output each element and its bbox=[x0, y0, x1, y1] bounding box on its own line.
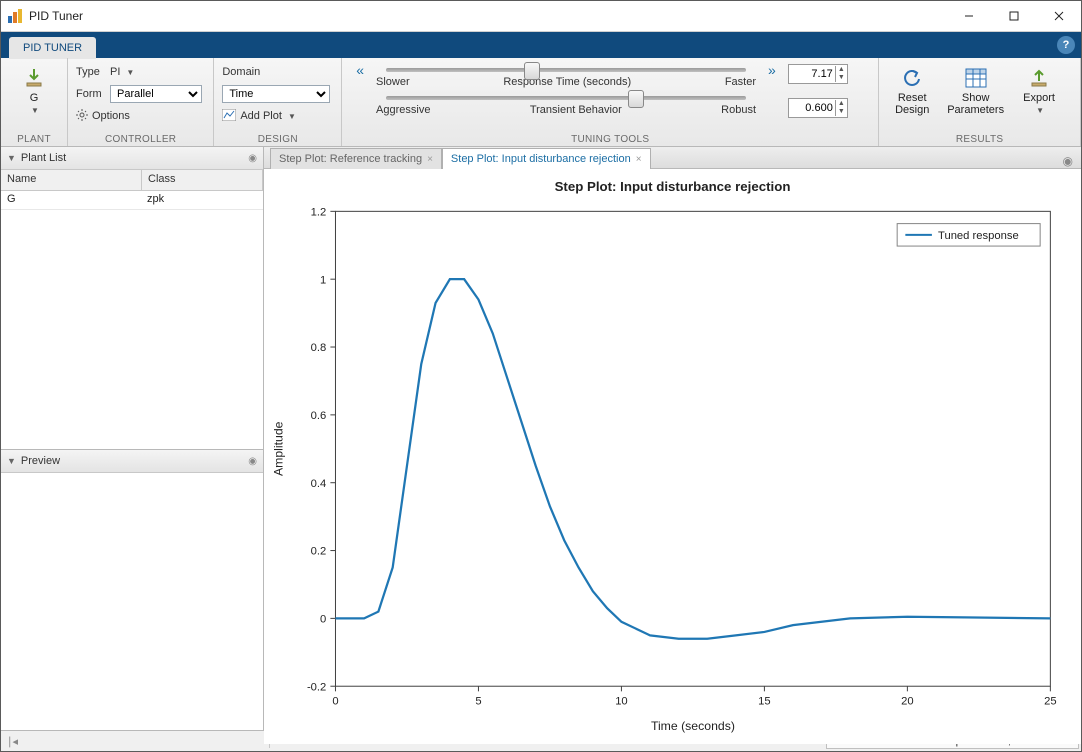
transient-behavior-value[interactable] bbox=[789, 102, 835, 114]
plant-list-header[interactable]: ▼ Plant List ◉ bbox=[1, 147, 263, 170]
doc-tab[interactable]: Step Plot: Reference tracking× bbox=[270, 148, 442, 169]
panel-menu-icon[interactable]: ◉ bbox=[248, 456, 257, 467]
close-tab-icon[interactable]: × bbox=[636, 154, 642, 165]
status-left[interactable]: ∣◂ bbox=[1, 735, 270, 748]
step-plot: Step Plot: Input disturbance rejection 0 5… bbox=[264, 169, 1081, 744]
chevron-down-icon: ▼ bbox=[126, 68, 134, 77]
table-row[interactable]: Gzpk bbox=[1, 191, 263, 210]
close-tab-icon[interactable]: × bbox=[427, 154, 433, 165]
preview-header[interactable]: ▼ Preview ◉ bbox=[1, 450, 263, 473]
plant-table-header: Name Class bbox=[1, 170, 263, 191]
options-label: Options bbox=[92, 110, 130, 122]
svg-text:Step Plot: Input disturbance r: Step Plot: Input disturbance rejection bbox=[555, 179, 791, 194]
panel-menu-icon[interactable]: ◉ bbox=[248, 153, 257, 164]
svg-text:0: 0 bbox=[320, 613, 326, 625]
export-label: Export bbox=[1023, 92, 1055, 104]
svg-text:1.2: 1.2 bbox=[311, 206, 327, 218]
svg-text:Tuned response: Tuned response bbox=[938, 230, 1019, 242]
undo-icon bbox=[901, 64, 923, 92]
plant-import-button[interactable]: G▼ bbox=[9, 62, 59, 119]
help-button[interactable]: ? bbox=[1057, 36, 1075, 54]
svg-text:25: 25 bbox=[1044, 696, 1056, 708]
response-time-slider[interactable] bbox=[386, 62, 746, 78]
ribbon-group-tuning: TUNING TOOLS bbox=[342, 134, 878, 145]
reset-design-label: ResetDesign bbox=[895, 92, 929, 116]
col-class[interactable]: Class bbox=[142, 170, 263, 190]
svg-text:Time (seconds): Time (seconds) bbox=[651, 719, 735, 733]
left-sidebar: ▼ Plant List ◉ Name Class Gzpk ▼ Preview ◉ bbox=[1, 147, 264, 730]
ribbon: G▼ PLANT Type PI▼ Form Parallel Options … bbox=[1, 58, 1081, 147]
svg-text:5: 5 bbox=[475, 696, 481, 708]
form-select[interactable]: Parallel bbox=[110, 85, 202, 103]
plot-icon bbox=[222, 109, 236, 124]
collapse-icon: ▼ bbox=[7, 456, 16, 466]
svg-text:0.8: 0.8 bbox=[311, 342, 327, 354]
doc-gear-icon[interactable]: ◉ bbox=[1063, 154, 1073, 168]
titlebar: PID Tuner bbox=[1, 1, 1081, 32]
col-name[interactable]: Name bbox=[1, 170, 142, 190]
ribbon-group-design: DESIGN bbox=[214, 134, 341, 145]
domain-select[interactable]: Time bbox=[222, 85, 330, 103]
show-parameters-button[interactable]: ShowParameters bbox=[943, 62, 1008, 119]
export-button[interactable]: Export ▼ bbox=[1014, 62, 1064, 119]
plot-area: Step Plot: Input disturbance rejection 0 5… bbox=[264, 169, 1081, 744]
spinner-down-icon[interactable]: ▼ bbox=[835, 74, 847, 82]
table-icon bbox=[965, 64, 987, 92]
minimize-button[interactable] bbox=[946, 1, 991, 31]
document-area: Step Plot: Reference tracking×Step Plot:… bbox=[264, 147, 1081, 730]
svg-text:0.2: 0.2 bbox=[311, 546, 327, 558]
spinner-down-icon[interactable]: ▼ bbox=[835, 108, 847, 116]
step-forward-button[interactable]: » bbox=[762, 62, 782, 78]
add-plot-button[interactable]: Add Plot ▼ bbox=[222, 106, 333, 126]
app-logo-icon bbox=[7, 8, 23, 24]
app-tab-pidtuner[interactable]: PID TUNER bbox=[9, 37, 96, 59]
form-label: Form bbox=[76, 88, 106, 100]
type-value[interactable]: PI bbox=[110, 66, 120, 78]
step-back-button[interactable]: « bbox=[350, 62, 370, 78]
chevron-down-icon: ▼ bbox=[288, 112, 296, 121]
window-title: PID Tuner bbox=[29, 9, 83, 23]
preview-title: Preview bbox=[21, 455, 60, 467]
domain-label: Domain bbox=[222, 66, 260, 78]
reset-design-button[interactable]: ResetDesign bbox=[887, 62, 937, 119]
plant-button-label: G bbox=[30, 92, 39, 104]
response-time-spinner[interactable]: ▲▼ bbox=[788, 64, 848, 84]
svg-text:0.6: 0.6 bbox=[311, 410, 327, 422]
app-tabstrip: PID TUNER ? bbox=[1, 32, 1081, 58]
preview-body bbox=[1, 473, 263, 730]
doc-tab[interactable]: Step Plot: Input disturbance rejection× bbox=[442, 148, 651, 169]
ribbon-group-controller: CONTROLLER bbox=[68, 134, 213, 145]
preview-panel: ▼ Preview ◉ bbox=[1, 449, 263, 730]
transient-behavior-spinner[interactable]: ▲▼ bbox=[788, 98, 848, 118]
collapse-icon: ▼ bbox=[7, 153, 16, 163]
svg-text:Amplitude: Amplitude bbox=[271, 421, 285, 476]
spinner-up-icon[interactable]: ▲ bbox=[835, 100, 847, 108]
transient-behavior-slider[interactable] bbox=[386, 90, 746, 106]
spinner-up-icon[interactable]: ▲ bbox=[835, 66, 847, 74]
close-button[interactable] bbox=[1036, 1, 1081, 31]
maximize-button[interactable] bbox=[991, 1, 1036, 31]
chevron-down-icon: ▼ bbox=[1036, 106, 1044, 115]
svg-text:10: 10 bbox=[615, 696, 627, 708]
export-icon bbox=[1028, 64, 1050, 92]
ribbon-group-plant: PLANT bbox=[1, 134, 67, 145]
svg-text:0: 0 bbox=[332, 696, 338, 708]
chevron-down-icon: ▼ bbox=[31, 106, 39, 115]
svg-text:15: 15 bbox=[758, 696, 770, 708]
import-icon bbox=[23, 64, 45, 92]
document-tabs: Step Plot: Reference tracking×Step Plot:… bbox=[264, 147, 1081, 169]
type-label: Type bbox=[76, 66, 106, 78]
svg-text:1: 1 bbox=[320, 274, 326, 286]
svg-text:-0.2: -0.2 bbox=[307, 681, 326, 693]
plant-list-title: Plant List bbox=[21, 152, 66, 164]
ribbon-group-results: RESULTS bbox=[879, 134, 1080, 145]
response-time-value[interactable] bbox=[789, 68, 835, 80]
svg-text:0.4: 0.4 bbox=[311, 478, 327, 490]
add-plot-label: Add Plot bbox=[240, 110, 282, 122]
svg-text:20: 20 bbox=[901, 696, 913, 708]
plant-table-body: Gzpk bbox=[1, 191, 263, 449]
gear-icon bbox=[76, 109, 88, 124]
options-button[interactable]: Options bbox=[76, 106, 205, 126]
show-parameters-label: ShowParameters bbox=[947, 92, 1004, 116]
